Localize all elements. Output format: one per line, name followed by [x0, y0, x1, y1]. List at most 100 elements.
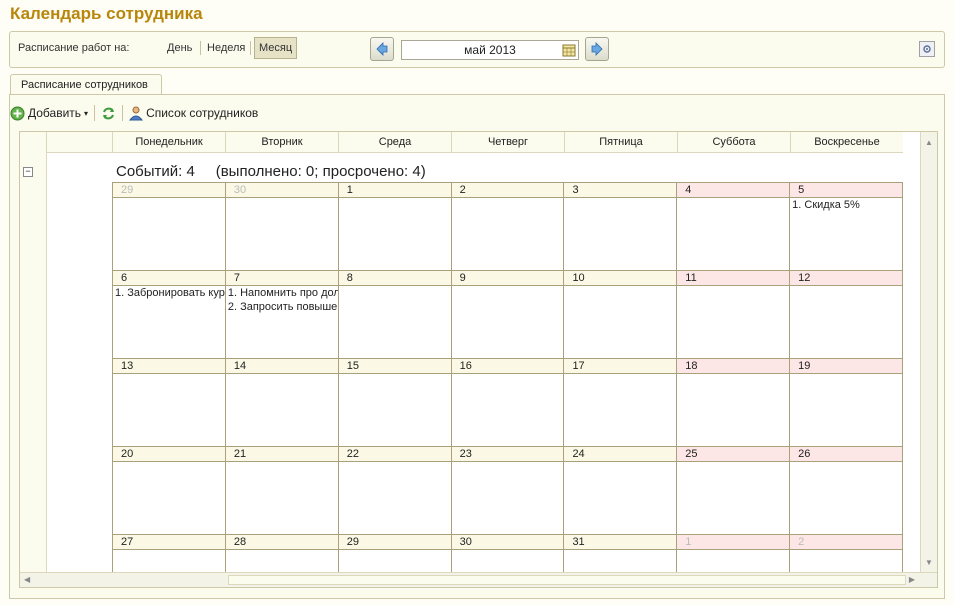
day-cell[interactable]: 9	[450, 271, 564, 358]
employee-list-label: Список сотрудников	[146, 106, 259, 120]
day-cell[interactable]: 7 1. Напомнить про дол 2. Запросить повыше	[224, 271, 338, 358]
vertical-scrollbar[interactable]: ▲ ▼	[920, 132, 937, 587]
day-cell[interactable]: 1	[337, 183, 451, 270]
day-number: 23	[451, 447, 564, 462]
horizontal-scroll-thumb[interactable]	[228, 575, 906, 585]
previous-period-button[interactable]	[370, 37, 394, 61]
scroll-left-icon[interactable]: ◀	[24, 575, 30, 584]
day-number: 4	[677, 183, 790, 198]
weekday-header: Воскресенье	[790, 132, 903, 152]
scroll-up-icon[interactable]: ▲	[925, 138, 933, 147]
day-cell[interactable]: 3	[563, 183, 677, 270]
day-cell[interactable]: 17	[563, 359, 677, 446]
day-number: 18	[677, 359, 790, 374]
add-button[interactable]: Добавить ▾	[10, 106, 88, 121]
day-number: 21	[225, 447, 338, 462]
header-spacer	[47, 132, 112, 153]
day-number: 1	[677, 535, 790, 550]
day-cell[interactable]: 15	[337, 359, 451, 446]
day-number: 30	[225, 183, 338, 198]
day-cell[interactable]: 30	[224, 183, 338, 270]
add-button-label: Добавить	[28, 106, 82, 120]
day-number: 9	[451, 271, 564, 286]
day-cell[interactable]: 8	[337, 271, 451, 358]
day-number: 7	[225, 271, 338, 286]
events-summary: Событий: 4 (выполнено: 0; просрочено: 4)	[116, 163, 426, 180]
view-day-button[interactable]: День	[163, 37, 196, 59]
day-number: 24	[564, 447, 677, 462]
week-row: 20 21 22 23 24 25 26	[112, 446, 904, 534]
day-number: 2	[451, 183, 564, 198]
refresh-button[interactable]	[101, 106, 116, 121]
period-field[interactable]: май 2013	[401, 40, 579, 60]
day-number: 16	[451, 359, 564, 374]
day-cell[interactable]: 21	[224, 447, 338, 534]
day-cell[interactable]: 18	[676, 359, 790, 446]
weekday-header: Пятница	[564, 132, 677, 152]
weekday-header: Четверг	[451, 132, 564, 152]
day-number: 3	[564, 183, 677, 198]
day-cell[interactable]: 29	[112, 183, 225, 270]
events-count: Событий: 4	[116, 163, 195, 180]
collapse-icon[interactable]: −	[23, 167, 33, 177]
toolbar-separator	[122, 105, 124, 121]
week-row: 6 1. Забронировать кур 7 1. Напомнить про д…	[112, 270, 904, 358]
day-cell[interactable]: 20	[112, 447, 225, 534]
day-number: 31	[564, 535, 677, 550]
day-cell[interactable]: 22	[337, 447, 451, 534]
weekday-header: Понедельник	[112, 132, 225, 152]
add-icon	[10, 106, 25, 120]
day-number: 26	[790, 447, 903, 462]
day-number: 1	[338, 183, 451, 198]
day-cell[interactable]: 26	[789, 447, 904, 534]
weekday-header: Среда	[338, 132, 451, 152]
employee-list-button[interactable]: Список сотрудников	[129, 106, 258, 121]
day-number: 29	[338, 535, 451, 550]
day-cell[interactable]: 10	[563, 271, 677, 358]
weekday-header: Вторник	[225, 132, 338, 152]
calendar-event[interactable]: 1. Напомнить про дол	[226, 286, 338, 300]
period-value: май 2013	[464, 43, 516, 57]
day-cell[interactable]: 24	[563, 447, 677, 534]
scroll-right-icon[interactable]: ▶	[909, 575, 915, 584]
calendar-event[interactable]: 1. Забронировать кур	[113, 286, 225, 300]
day-number: 19	[790, 359, 903, 374]
horizontal-scrollbar[interactable]: ◀ ▶	[20, 572, 937, 587]
forward-arrow-icon	[591, 42, 603, 56]
day-number: 10	[564, 271, 677, 286]
next-period-button[interactable]	[585, 37, 609, 61]
day-cell[interactable]: 11	[676, 271, 790, 358]
refresh-icon	[103, 107, 115, 119]
day-cell[interactable]: 4	[676, 183, 790, 270]
day-cell[interactable]: 25	[676, 447, 790, 534]
day-number: 25	[677, 447, 790, 462]
day-cell[interactable]: 5 1. Скидка 5%	[789, 183, 904, 270]
day-cell[interactable]: 23	[450, 447, 564, 534]
day-cell[interactable]: 14	[224, 359, 338, 446]
tab-employee-schedule[interactable]: Расписание сотрудников	[10, 74, 162, 95]
schedule-label: Расписание работ на:	[18, 42, 130, 54]
day-number: 30	[451, 535, 564, 550]
day-cell[interactable]: 12	[789, 271, 904, 358]
day-number: 22	[338, 447, 451, 462]
week-row: 13 14 15 16 17 18 19	[112, 358, 904, 446]
day-cell[interactable]: 16	[450, 359, 564, 446]
calendar-grid: − Понедельник Вторник Среда Четверг Пятница С…	[19, 131, 938, 588]
settings-button[interactable]	[919, 41, 935, 57]
settings-icon	[923, 45, 931, 53]
view-week-button[interactable]: Неделя	[203, 37, 249, 59]
view-month-button[interactable]: Месяц	[254, 37, 298, 59]
day-cell[interactable]: 6 1. Забронировать кур	[112, 271, 225, 358]
calendar-icon[interactable]	[562, 43, 576, 57]
calendar-event[interactable]: 1. Скидка 5%	[790, 198, 902, 212]
panel-toolbar: Добавить ▾ Список сотрудников	[10, 103, 258, 123]
scroll-down-icon[interactable]: ▼	[925, 558, 933, 567]
calendar-event[interactable]: 2. Запросить повыше	[226, 300, 338, 314]
day-number: 2	[790, 535, 903, 550]
day-cell[interactable]: 13	[112, 359, 225, 446]
person-icon	[129, 106, 144, 120]
day-number: 8	[338, 271, 451, 286]
day-cell[interactable]: 2	[450, 183, 564, 270]
day-number: 5	[790, 183, 903, 198]
day-cell[interactable]: 19	[789, 359, 904, 446]
